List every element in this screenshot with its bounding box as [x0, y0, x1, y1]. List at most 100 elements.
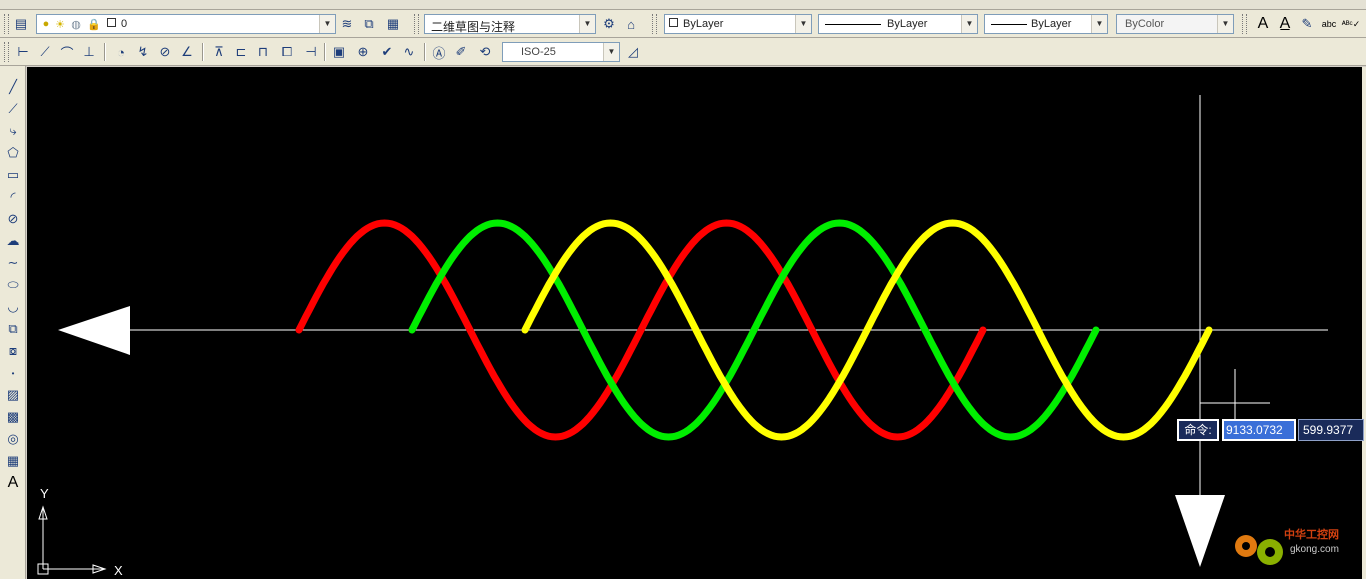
diameter-dimension-icon[interactable]: ⊘ [156, 43, 174, 61]
layer-color-swatch [107, 18, 116, 27]
y-coordinate-value[interactable]: 599.9377 [1298, 419, 1364, 441]
linetype-combo[interactable]: ByLayer ▼ [818, 14, 978, 34]
region-icon[interactable]: ◎ [4, 430, 22, 448]
watermark-url: gkong.com [1290, 544, 1339, 555]
linetype-combo-arrow[interactable]: ▼ [961, 15, 977, 33]
color-combo-arrow[interactable]: ▼ [795, 15, 811, 33]
spell-check-icon[interactable]: ᴬᴮᶜ✓ [1342, 15, 1361, 33]
canvas-scrollbar[interactable] [1362, 67, 1366, 579]
spline-icon[interactable]: ∼ [4, 254, 22, 272]
revision-cloud-icon[interactable]: ☁ [4, 232, 22, 250]
toolbar-grip[interactable] [1242, 14, 1247, 34]
color-combo[interactable]: ByLayer ▼ [664, 14, 812, 34]
ordinate-dimension-icon[interactable]: ⊥ [80, 43, 98, 61]
dynamic-input-x-field[interactable]: 9133.0732 [1222, 419, 1296, 441]
jogged-linear-icon[interactable]: ∿ [400, 43, 418, 61]
dimension-style-manager-icon[interactable]: ◿ [624, 43, 642, 61]
layers-properties-toolbar: ▤ ● ☀ ◍ 🔒 0 ▼ ≋ ⧉ ▦ 二维草图与注释 ▼ ⚙ ⌂ ByLaye… [0, 10, 1366, 38]
watermark-logo: 中华工控网 gkong.com [1228, 518, 1358, 574]
gear-icon [1235, 535, 1283, 565]
insert-block-icon[interactable]: ⧉ [4, 320, 22, 338]
inspection-icon[interactable]: ✔ [378, 43, 396, 61]
dynamic-input-prompt: 命令: [1177, 419, 1219, 441]
lineweight-preview [991, 24, 1027, 25]
dimension-text-edit-icon[interactable]: ✐ [452, 43, 470, 61]
ucs-x-label: X [114, 563, 123, 578]
layer-properties-icon[interactable]: ▤ [12, 15, 30, 33]
color-combo-value: ByLayer [683, 18, 724, 30]
ellipse-arc-icon[interactable]: ◡ [4, 298, 22, 316]
dimension-space-icon[interactable]: ⧠ [278, 43, 296, 61]
plotstyle-combo[interactable]: ByColor ▼ [1116, 14, 1234, 34]
drawing-svg: Y X [37, 95, 1328, 578]
linetype-preview [825, 24, 881, 25]
polyline-icon[interactable]: ⤷ [4, 122, 22, 140]
layer-combo[interactable]: ● ☀ ◍ 🔒 0 ▼ [36, 14, 336, 34]
quick-dimension-icon[interactable]: ⊼ [210, 43, 228, 61]
single-line-text-icon[interactable]: A̲ [1276, 15, 1294, 33]
lineweight-combo-arrow[interactable]: ▼ [1091, 15, 1107, 33]
table-icon[interactable]: ▦ [4, 452, 22, 470]
dimension-update-icon[interactable]: ⟲ [476, 43, 494, 61]
bottom-arrowhead [1175, 495, 1225, 567]
layer-previous-icon[interactable]: ⧉ [360, 15, 378, 33]
toolbar-grip[interactable] [4, 14, 9, 34]
jogged-dimension-icon[interactable]: ↯ [134, 43, 152, 61]
lineweight-combo-value: ByLayer [1031, 18, 1072, 30]
lineweight-combo[interactable]: ByLayer ▼ [984, 14, 1108, 34]
arc-icon[interactable]: ◜ [4, 188, 22, 206]
make-block-icon[interactable]: ⧇ [4, 342, 22, 360]
x-coordinate-value: 9133.0732 [1224, 421, 1294, 439]
circle-icon[interactable]: ⊘ [4, 210, 22, 228]
radius-dimension-icon[interactable]: ◔ [112, 43, 130, 61]
ucs-icon [37, 505, 107, 575]
hatch-icon[interactable]: ▨ [4, 386, 22, 404]
linetype-combo-value: ByLayer [887, 18, 928, 30]
toolbar-grip[interactable] [4, 42, 9, 62]
rectangle-icon[interactable]: ▭ [4, 166, 22, 184]
plotstyle-combo-arrow[interactable]: ▼ [1217, 15, 1233, 33]
tolerance-icon[interactable]: ▣ [330, 43, 348, 61]
edit-text-icon[interactable]: ✎ [1298, 15, 1316, 33]
continue-dimension-icon[interactable]: ⊓ [254, 43, 272, 61]
ucs-y-label: Y [40, 486, 49, 501]
find-text-icon[interactable]: abc [1320, 15, 1338, 33]
multiline-text-tool-icon[interactable]: A [4, 474, 22, 492]
layer-states-icon[interactable]: ▦ [384, 15, 402, 33]
dimension-break-icon[interactable]: ⊣ [302, 43, 320, 61]
drawing-canvas[interactable]: Y X [27, 67, 1362, 579]
linear-dimension-icon[interactable]: ⊢ [14, 43, 32, 61]
toolbar-grip[interactable] [414, 14, 419, 34]
line-icon[interactable]: ╱ [4, 78, 22, 96]
construction-line-icon[interactable]: ⟋ [4, 100, 22, 118]
arc-length-icon[interactable]: ⌒ [58, 43, 76, 61]
left-arrowhead [58, 306, 130, 355]
gradient-icon[interactable]: ▩ [4, 408, 22, 426]
polygon-icon[interactable]: ⬠ [4, 144, 22, 162]
workspace-combo-arrow[interactable]: ▼ [579, 15, 595, 33]
plotstyle-combo-value: ByColor [1125, 18, 1165, 30]
point-icon[interactable]: • [4, 364, 22, 382]
color-swatch [669, 18, 678, 27]
dimension-style-value: ISO-25 [521, 46, 556, 58]
freeze-icon: ◍ [71, 18, 81, 31]
dimension-toolbar: ⊢ ⟋ ⌒ ⊥ ◔ ↯ ⊘ ∠ ⊼ ⊏ ⊓ ⧠ ⊣ ▣ ⊕ ✔ ∿ Ⓐ ✐ ⟲ … [0, 38, 1366, 66]
dimension-style-arrow[interactable]: ▼ [603, 43, 619, 61]
make-current-layer-icon[interactable]: ≋ [338, 15, 356, 33]
ellipse-icon[interactable]: ⬭ [4, 276, 22, 294]
workspace-combo[interactable]: 二维草图与注释 ▼ [424, 14, 596, 34]
workspace-settings-icon[interactable]: ⚙ [600, 15, 618, 33]
baseline-dimension-icon[interactable]: ⊏ [232, 43, 250, 61]
center-mark-icon[interactable]: ⊕ [354, 43, 372, 61]
dimension-edit-icon[interactable]: Ⓐ [430, 43, 448, 61]
layer-combo-arrow[interactable]: ▼ [319, 15, 335, 33]
toolbar-grip[interactable] [652, 14, 657, 34]
layer-combo-value: 0 [121, 18, 128, 30]
dimension-style-combo[interactable]: ISO-25 ▼ [502, 42, 620, 62]
workspace-combo-value: 二维草图与注释 [431, 20, 516, 34]
angular-dimension-icon[interactable]: ∠ [178, 43, 196, 61]
my-workspace-icon[interactable]: ⌂ [622, 15, 640, 33]
aligned-dimension-icon[interactable]: ⟋ [36, 43, 54, 61]
multiline-text-icon[interactable]: A [1254, 15, 1272, 33]
draw-toolbar: ╱ ⟋ ⤷ ⬠ ▭ ◜ ⊘ ☁ ∼ ⬭ ◡ ⧉ ⧇ • ▨ ▩ ◎ ▦ A [0, 66, 26, 579]
